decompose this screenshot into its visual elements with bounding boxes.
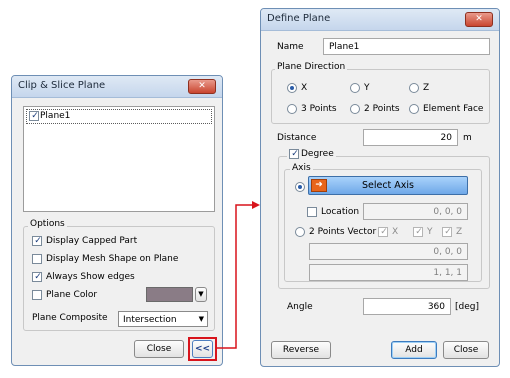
dir-3pts-label: 3 Points (301, 104, 337, 114)
define-dialog-close-icon[interactable]: ✕ (465, 12, 493, 27)
chevron-down-icon: ▼ (198, 315, 204, 323)
dir-x-radio[interactable] (287, 83, 297, 93)
define-plane-dialog: Define Plane ✕ Name Plane1 Plane Directi… (260, 8, 500, 367)
degree-option[interactable]: Degree (287, 149, 336, 160)
vec-z-option[interactable]: Z (442, 227, 462, 238)
dir-face-radio[interactable] (409, 104, 419, 114)
location-label: Location (321, 207, 360, 217)
dir-3pts-option[interactable]: 3 Points (287, 104, 337, 115)
angle-input[interactable]: 360 (363, 298, 451, 315)
vec-x-label: X (392, 227, 399, 237)
vector-point1-input[interactable]: 0, 0, 0 (309, 243, 468, 260)
dir-y-option[interactable]: Y (350, 83, 370, 94)
always-show-edges-checkbox[interactable] (32, 272, 43, 282)
plane-direction-group (271, 69, 490, 124)
plane-color-swatch[interactable] (146, 287, 193, 302)
distance-label: Distance (277, 133, 317, 143)
two-points-vector-option[interactable]: 2 Points Vector (295, 227, 376, 238)
plane-direction-title: Plane Direction (275, 62, 348, 72)
options-group-title: Options (28, 219, 67, 229)
plane-composite-label: Plane Composite (32, 313, 108, 323)
dir-2pts-radio[interactable] (350, 104, 360, 114)
name-label: Name (277, 42, 304, 52)
select-axis-button[interactable]: ➜ Select Axis (308, 176, 468, 195)
display-mesh-shape-checkbox[interactable] (32, 254, 42, 264)
plane-composite-select[interactable]: Intersection ▼ (118, 311, 208, 327)
define-dialog-titlebar[interactable]: Define Plane ✕ (261, 9, 499, 31)
plane-list-item-label: Plane1 (40, 111, 71, 121)
vec-z-label: Z (456, 227, 463, 237)
vec-y-option[interactable]: Y (413, 227, 433, 238)
dir-face-option[interactable]: Element Face (409, 104, 483, 115)
display-mesh-shape-option[interactable]: Display Mesh Shape on Plane (32, 254, 178, 265)
reverse-button[interactable]: Reverse (271, 341, 331, 359)
dir-3pts-radio[interactable] (287, 104, 297, 114)
degree-checkbox[interactable] (289, 149, 300, 159)
two-points-vector-label: 2 Points Vector (309, 227, 377, 237)
dir-x-label: X (301, 83, 308, 93)
location-checkbox[interactable] (307, 207, 317, 217)
display-capped-part-label: Display Capped Part (46, 236, 138, 246)
add-button[interactable]: Add (391, 341, 437, 359)
display-mesh-shape-label: Display Mesh Shape on Plane (46, 254, 179, 264)
two-points-vector-radio[interactable] (295, 227, 305, 237)
vec-z-checkbox[interactable] (442, 227, 453, 237)
distance-input[interactable]: 20 (363, 129, 458, 146)
plane-list-item-checkbox[interactable] (29, 111, 40, 121)
always-show-edges-option[interactable]: Always Show edges (32, 272, 135, 283)
plane-color-option[interactable]: Plane Color (32, 290, 97, 301)
toggle-define-plane-button[interactable]: << (192, 340, 213, 358)
vec-y-checkbox[interactable] (413, 227, 424, 237)
dir-z-label: Z (423, 83, 430, 93)
dir-y-label: Y (364, 83, 370, 93)
plane-color-dropdown-button[interactable]: ▼ (195, 287, 207, 302)
distance-unit: m (463, 133, 472, 143)
degree-label: Degree (301, 149, 334, 159)
display-capped-part-option[interactable]: Display Capped Part (32, 236, 137, 247)
location-option[interactable]: Location (307, 207, 359, 218)
dir-2pts-option[interactable]: 2 Points (350, 104, 400, 115)
clip-slice-dialog: Clip & Slice Plane ✕ Plane1 Options Disp… (11, 75, 223, 366)
vec-y-label: Y (427, 227, 433, 237)
select-axis-label: Select Axis (361, 180, 415, 191)
dir-y-radio[interactable] (350, 83, 360, 93)
always-show-edges-label: Always Show edges (46, 272, 135, 282)
dir-x-option[interactable]: X (287, 83, 307, 94)
plane-color-checkbox[interactable] (32, 290, 42, 300)
select-axis-radio[interactable] (295, 182, 305, 192)
display-capped-part-checkbox[interactable] (32, 236, 43, 246)
vector-point2-input[interactable]: 1, 1, 1 (309, 264, 468, 281)
plane-composite-value: Intersection (123, 315, 177, 325)
dir-z-radio[interactable] (409, 83, 419, 93)
location-input[interactable]: 0, 0, 0 (363, 203, 468, 220)
name-input[interactable]: Plane1 (323, 38, 490, 55)
plane-list[interactable]: Plane1 (23, 106, 215, 212)
dir-2pts-label: 2 Points (364, 104, 400, 114)
plane-color-label: Plane Color (46, 290, 98, 300)
dir-z-option[interactable]: Z (409, 83, 429, 94)
axis-title: Axis (290, 163, 313, 173)
close-button[interactable]: Close (134, 340, 184, 358)
plane-list-item[interactable]: Plane1 (26, 109, 212, 124)
angle-label: Angle (287, 302, 313, 312)
vec-x-checkbox[interactable] (378, 227, 389, 237)
clip-dialog-titlebar[interactable]: Clip & Slice Plane ✕ (12, 76, 222, 98)
clip-dialog-close-icon[interactable]: ✕ (188, 79, 216, 94)
define-dialog-title: Define Plane (267, 13, 331, 24)
dir-face-label: Element Face (423, 104, 484, 114)
define-close-button[interactable]: Close (443, 341, 489, 359)
clip-dialog-title: Clip & Slice Plane (18, 80, 106, 91)
angle-unit: [deg] (455, 302, 479, 312)
vec-x-option[interactable]: X (378, 227, 398, 238)
